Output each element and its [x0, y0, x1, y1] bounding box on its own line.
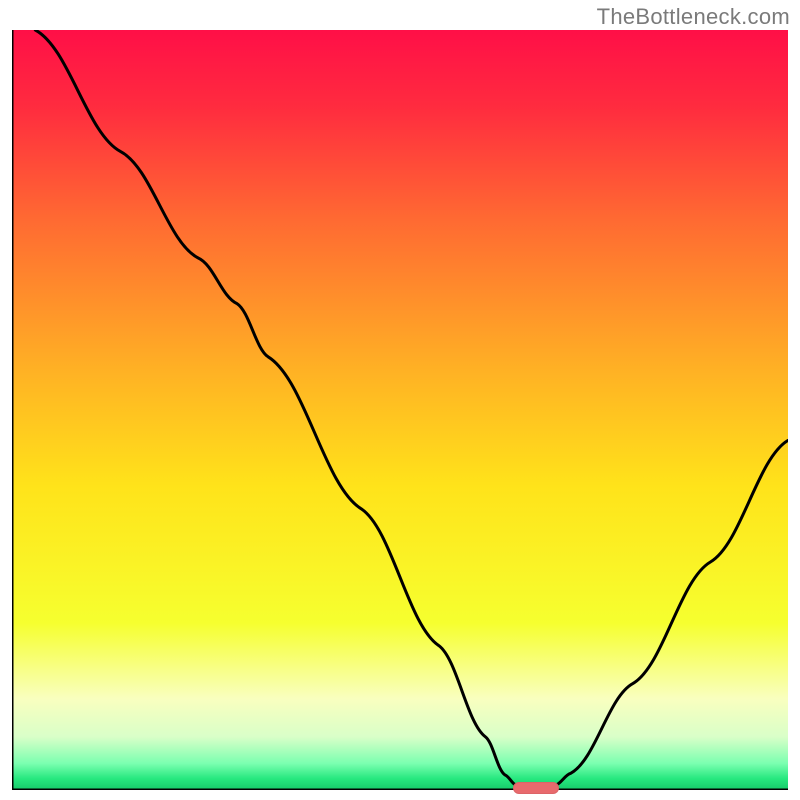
heat-gradient [12, 30, 788, 790]
chart-container: TheBottleneck.com [0, 0, 800, 800]
plot-frame [12, 30, 788, 790]
watermark-text: TheBottleneck.com [597, 4, 790, 30]
sweet-spot-marker [513, 782, 560, 794]
